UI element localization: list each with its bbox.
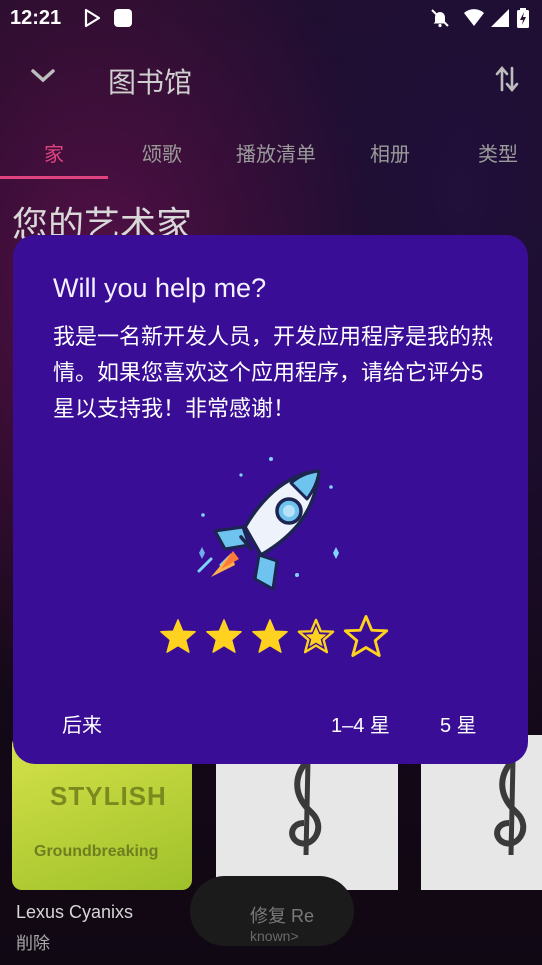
rocket-icon <box>197 457 339 591</box>
star-icon-empty[interactable] <box>343 613 389 659</box>
album-art-title: STYLISH <box>50 781 167 811</box>
tab-indicator <box>0 176 108 179</box>
tab-home[interactable]: 家 <box>44 138 64 167</box>
tab-playlists[interactable]: 播放清单 <box>236 138 316 167</box>
rate-5-stars-button[interactable]: 5 星 <box>440 709 477 738</box>
later-button[interactable]: 后来 <box>62 709 102 738</box>
star-rating[interactable] <box>159 615 389 659</box>
tab-albums[interactable]: 相册 <box>370 138 410 167</box>
app-bar: 图书馆 <box>0 52 542 112</box>
signal-icon <box>491 9 509 27</box>
battery-charging-icon <box>517 8 529 28</box>
sort-icon[interactable] <box>494 64 520 94</box>
star-icon-filled[interactable] <box>159 617 197 655</box>
status-bar: 12:21 <box>0 0 542 36</box>
artist-subtitle: 削除 <box>16 934 50 953</box>
page-title: 图书馆 <box>108 67 193 98</box>
tab-bar: 家 颂歌 播放清单 相册 类型 <box>0 134 542 179</box>
artist-name: Lexus Cyanixs <box>16 902 134 922</box>
star-icon-filled[interactable] <box>205 617 243 655</box>
notifications-off-icon <box>431 9 449 28</box>
tab-songs[interactable]: 颂歌 <box>142 138 182 167</box>
status-time: 12:21 <box>10 7 62 29</box>
play-store-icon <box>84 8 101 28</box>
mini-player-subtitle: known> <box>250 928 299 944</box>
mini-player-title: 修复 Re <box>250 906 315 926</box>
wifi-icon <box>464 9 484 26</box>
chevron-down-icon[interactable] <box>30 66 56 86</box>
rating-dialog: Will you help me? 我是一名新开发人员，开发应用程序是我的热情。… <box>13 235 528 764</box>
dialog-title: Will you help me? <box>53 273 267 303</box>
rate-1-4-stars-button[interactable]: 1–4 星 <box>331 709 390 738</box>
star-icon-filled[interactable] <box>251 617 289 655</box>
dialog-message: 我是一名新开发人员，开发应用程序是我的热情。如果您喜欢这个应用程序，请给它评分5… <box>53 324 494 421</box>
album-art-subtitle: Groundbreaking <box>34 843 159 860</box>
tab-genres[interactable]: 类型 <box>478 138 518 167</box>
star-icon-partial[interactable] <box>297 617 335 655</box>
app-notification-icon <box>114 9 132 27</box>
